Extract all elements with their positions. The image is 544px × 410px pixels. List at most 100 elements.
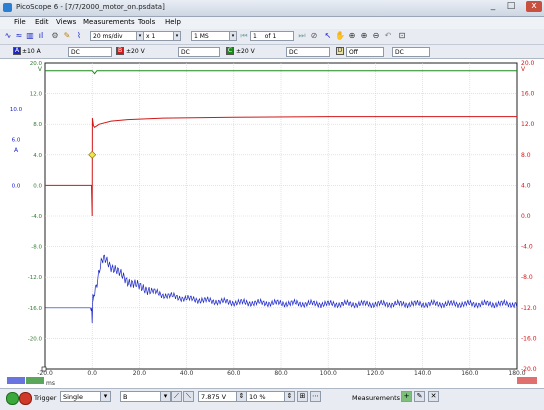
zoom-select[interactable]: x 1 [143,31,175,41]
channel-c-button[interactable]: C [226,47,234,55]
right-axis-tick: 16.0 [521,91,535,98]
trigger-source-select[interactable]: B [120,391,162,402]
left-axis-c-tick: -4.0 [31,214,42,220]
spectrum-mode-icon[interactable]: ▥ [25,31,35,41]
x-tick-label: 20.0 [133,370,147,377]
history-icon[interactable]: ⊘ [309,31,319,41]
right-axis-tick: 4.0 [521,182,531,189]
advanced-trigger-icon[interactable]: ⊞ [297,391,308,402]
axis-b-unit: V [521,66,526,73]
channel-b-button[interactable]: B [116,47,124,55]
menu-edit[interactable]: Edit [35,18,49,26]
left-axis-c-tick: 12.0 [30,92,43,98]
menu-tools[interactable]: Tools [138,18,155,26]
trigger-threshold-input[interactable]: 7.875 V [198,391,238,402]
math-mode-icon[interactable]: ıl [36,31,46,41]
right-axis-tick: 0.0 [521,213,531,220]
pretrigger-spinner[interactable]: ⇕ [284,391,295,402]
menu-views[interactable]: Views [56,18,76,26]
right-axis-tick: -12.0 [521,305,537,312]
measurements-label: Measurements [352,394,401,402]
delete-measurement-icon[interactable]: ✕ [428,391,439,402]
time-ruler-handle[interactable] [41,366,47,372]
channel-c-range[interactable]: ±20 V [236,48,255,55]
samples-select[interactable]: 1 MS [191,31,231,41]
pointer-tool-icon[interactable]: ↖ [323,31,333,41]
axis-b-tag [517,377,537,384]
x-tick-label: 140.0 [414,370,431,377]
hand-tool-icon[interactable]: ✋ [335,31,345,41]
signal-generator-icon[interactable]: ⌇ [74,31,84,41]
trigger-source-dropdown-icon[interactable]: ▾ [160,391,171,402]
left-axis-c-tick: 4.0 [33,153,42,159]
left-axis-a-tick: 6.0 [12,138,21,144]
zoom-dropdown-icon[interactable]: ▾ [173,31,181,41]
buffer-navigator[interactable]: 1 of 1 [250,31,294,41]
persistence-mode-icon[interactable]: ≈ [14,31,24,41]
zoom-in-icon[interactable]: ⊕ [359,31,369,41]
trigger-mode-select[interactable]: Single [60,391,102,402]
probe-icon[interactable]: ✎ [62,31,72,41]
channel-b-coupling[interactable]: DC [178,47,220,57]
trigger-mode-dropdown-icon[interactable]: ▾ [100,391,111,402]
minimize-button[interactable]: _ [486,1,500,12]
menu-file[interactable]: File [14,18,26,26]
axis-c-tag [26,377,44,384]
channel-d-coupling[interactable]: DC [392,47,430,57]
samples-spinner[interactable]: ▾ [229,31,237,41]
x-tick-label: 160.0 [461,370,478,377]
left-axis-c-tick: 0.0 [33,183,42,189]
right-axis-tick: -20.0 [521,366,537,373]
zoom-fit-icon[interactable]: ⊡ [397,31,407,41]
x-tick-label: 120.0 [367,370,384,377]
next-buffer-icon[interactable]: ⏭ [297,31,307,41]
menu-help[interactable]: Help [165,18,181,26]
stop-button[interactable] [19,392,32,405]
scope-graph[interactable]: -20.0 0.0 20.0 40.0 60.0 80.0 100.0 120.0 140.0 1… [0,59,544,377]
left-axis-a-tick: 10.0 [10,107,23,113]
undo-zoom-icon[interactable]: ↶ [383,31,393,41]
trigger-marker[interactable] [88,150,97,159]
right-axis-tick: -4.0 [521,244,533,251]
left-axis-c-tick: -8.0 [31,245,42,251]
zoom-out-icon[interactable]: ⊖ [371,31,381,41]
edit-measurement-icon[interactable]: ✎ [414,391,425,402]
menu-measurements[interactable]: Measurements [83,18,135,26]
right-axis-tick: -16.0 [521,335,537,342]
window-title: PicoScope 6 - [7/7/2000_motor_on.psdata] [16,3,165,11]
channel-d-range[interactable]: Off [346,47,384,57]
x-tick-label: 100.0 [320,370,337,377]
axis-strip: ms [0,377,544,388]
menu-bar: File Edit Views Measurements Tools Help [0,17,544,29]
channel-a-button[interactable]: A [13,47,21,55]
right-axis-tick: -8.0 [521,274,533,281]
right-axis-tick: 12.0 [521,121,535,128]
maximize-button[interactable]: □ [504,1,518,12]
close-button[interactable]: x [526,1,542,12]
axis-a-tag [7,377,25,384]
pretrigger-input[interactable]: 10 % [246,391,286,402]
channel-c-coupling[interactable]: DC [286,47,330,57]
channel-d-button[interactable]: D [336,47,344,55]
timebase-select[interactable]: 20 ms/div [90,31,138,41]
toolbar-main: ∿ ≈ ▥ ıl ⚙ ✎ ⌇ 20 ms/div ▾ x 1 ▾ 1 MS ▾ … [0,29,544,80]
left-axis-c-tick: 8.0 [33,122,42,128]
channel-a-range[interactable]: ±10 A [22,48,41,55]
channel-options-icon[interactable]: ⚙ [50,31,60,41]
channel-b-range[interactable]: ±20 V [126,48,145,55]
channel-a-coupling[interactable]: DC [68,47,112,57]
rising-edge-icon[interactable]: ⟋ [171,391,182,402]
first-buffer-icon[interactable]: ⏮ [239,31,249,41]
add-measurement-icon[interactable]: + [401,391,412,402]
app-icon [3,3,12,12]
trigger-settings-icon[interactable]: ⋯ [310,391,321,402]
left-axis-c-tick: -12.0 [28,275,43,281]
scope-mode-icon[interactable]: ∿ [3,31,13,41]
zoom-area-icon[interactable]: ⊕ [347,31,357,41]
trigger-label: Trigger [34,394,57,402]
x-tick-label: 80.0 [274,370,288,377]
falling-edge-icon[interactable]: ⟍ [183,391,194,402]
start-button[interactable] [6,392,19,405]
x-tick-label: 60.0 [227,370,241,377]
axis-c-unit: V [38,66,43,73]
